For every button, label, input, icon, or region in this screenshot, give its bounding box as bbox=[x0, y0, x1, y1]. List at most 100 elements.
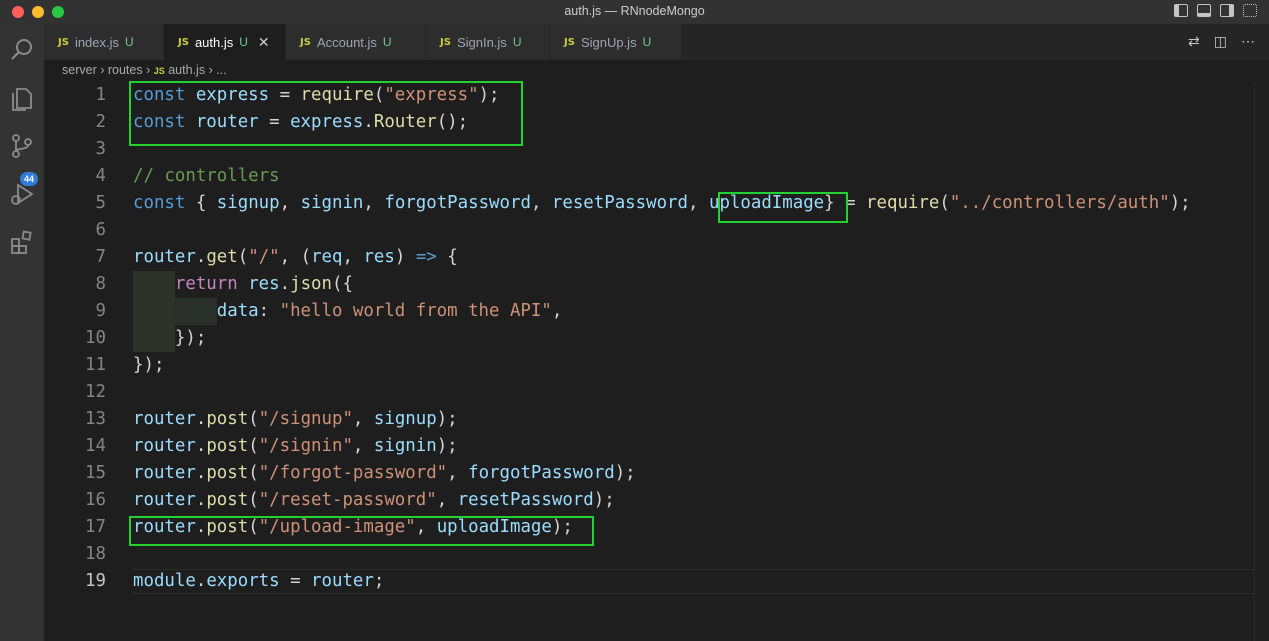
tab-account-js[interactable]: JS Account.js U bbox=[286, 24, 426, 60]
code-text: router.post("/reset-password", resetPass… bbox=[133, 487, 615, 514]
line-number: 17 bbox=[85, 517, 106, 537]
highlight-box-uploadimage bbox=[718, 192, 848, 223]
code-token: router bbox=[133, 247, 196, 267]
code-token: , bbox=[352, 436, 374, 456]
code-token: router bbox=[133, 409, 196, 429]
more-actions-icon[interactable]: ⋯ bbox=[1241, 33, 1255, 50]
code-token: ); bbox=[593, 490, 615, 510]
code-token: ; bbox=[373, 571, 385, 591]
code-token: module bbox=[133, 571, 196, 591]
code-line[interactable]: 11}); bbox=[44, 352, 1254, 379]
code-token: ); bbox=[1169, 193, 1191, 213]
code-text: router.post("/signup", signup); bbox=[133, 406, 458, 433]
code-token: ); bbox=[436, 436, 458, 456]
chevron-right-icon: › bbox=[146, 63, 154, 77]
tab-auth-js[interactable]: JS auth.js U ✕ bbox=[164, 24, 286, 60]
code-token: ( bbox=[248, 409, 259, 429]
code-token: post bbox=[206, 463, 249, 483]
tab-index-js[interactable]: JS index.js U bbox=[44, 24, 164, 60]
toggle-panel-icon[interactable] bbox=[1197, 4, 1211, 17]
code-line[interactable]: 5 const { signup, signin, forgotPassword,… bbox=[44, 190, 1254, 217]
line-number: 5 bbox=[95, 193, 106, 213]
line-number: 12 bbox=[85, 382, 106, 402]
code-token: ( bbox=[939, 193, 950, 213]
breadcrumb-more[interactable]: ... bbox=[216, 63, 226, 77]
code-line[interactable]: 16 router.post("/reset-password", resetPa… bbox=[44, 487, 1254, 514]
code-line[interactable]: 4 // controllers bbox=[44, 163, 1254, 190]
code-token: }); bbox=[133, 355, 165, 375]
tab-signup-js[interactable]: JS SignUp.js U bbox=[550, 24, 682, 60]
code-token: ); bbox=[436, 409, 458, 429]
tab-label: index.js bbox=[74, 34, 120, 50]
toggle-primary-sidebar-icon[interactable] bbox=[1174, 4, 1188, 17]
code-token: signin bbox=[373, 436, 437, 456]
code-token: ( bbox=[248, 463, 259, 483]
code-token: "../controllers/auth" bbox=[949, 193, 1170, 213]
code-token: ); bbox=[614, 463, 636, 483]
highlight-box-upload-route bbox=[129, 516, 594, 546]
code-token: ) bbox=[394, 247, 416, 267]
code-token: router bbox=[133, 463, 196, 483]
code-token: post bbox=[206, 436, 249, 456]
vertical-scrollbar[interactable] bbox=[1254, 82, 1269, 641]
code-token: = bbox=[279, 571, 312, 591]
code-token: . bbox=[195, 247, 207, 267]
close-tab-icon[interactable]: ✕ bbox=[258, 34, 270, 51]
files-icon[interactable] bbox=[8, 84, 36, 112]
line-number: 15 bbox=[85, 463, 106, 483]
code-token: signin bbox=[300, 193, 364, 213]
extensions-icon[interactable] bbox=[8, 228, 36, 256]
line-number: 16 bbox=[85, 490, 106, 510]
tab-signin-js[interactable]: JS SignIn.js U bbox=[426, 24, 550, 60]
line-number: 1 bbox=[95, 85, 106, 105]
code-token: . bbox=[279, 274, 291, 294]
code-token: post bbox=[206, 409, 249, 429]
code-token: resetPassword bbox=[551, 193, 689, 213]
code-line[interactable]: 19 module.exports = router; bbox=[44, 568, 1254, 595]
breadcrumb-file[interactable]: auth.js bbox=[168, 63, 205, 77]
line-number: 6 bbox=[95, 220, 106, 240]
code-token: // controllers bbox=[133, 166, 280, 186]
code-token: router bbox=[311, 571, 374, 591]
code-line[interactable]: 15 router.post("/forgot-password", forgot… bbox=[44, 460, 1254, 487]
code-token: res bbox=[248, 274, 280, 294]
code-token: ( bbox=[237, 247, 249, 267]
js-file-icon: JS bbox=[178, 36, 189, 48]
code-line[interactable]: 9 data: "hello world from the API", bbox=[44, 298, 1254, 325]
code-line[interactable]: 6 bbox=[44, 217, 1254, 244]
code-text: router.post("/forgot-password", forgotPa… bbox=[133, 460, 636, 487]
code-line[interactable]: 13 router.post("/signup", signup); bbox=[44, 406, 1254, 433]
customize-layout-icon[interactable] bbox=[1243, 4, 1257, 17]
source-control-icon[interactable] bbox=[8, 132, 36, 160]
search-icon[interactable] bbox=[8, 36, 36, 64]
open-changes-icon[interactable]: ⇄ bbox=[1188, 33, 1200, 50]
code-text: router.get("/", (req, res) => { bbox=[133, 244, 458, 271]
code-text: router.post("/signin", signin); bbox=[133, 433, 458, 460]
code-token: , bbox=[551, 301, 563, 321]
code-line[interactable]: 8 return res.json({ bbox=[44, 271, 1254, 298]
js-file-icon: JS bbox=[300, 36, 311, 48]
run-debug-icon[interactable] bbox=[8, 180, 36, 208]
code-line[interactable]: 10 }); bbox=[44, 325, 1254, 352]
breadcrumb-item[interactable]: routes bbox=[108, 63, 143, 77]
tab-status: U bbox=[512, 35, 522, 49]
breadcrumb-item[interactable]: server bbox=[62, 63, 97, 77]
code-line[interactable]: 14 router.post("/signin", signin); bbox=[44, 433, 1254, 460]
toggle-secondary-sidebar-icon[interactable] bbox=[1220, 4, 1234, 17]
line-number: 18 bbox=[85, 544, 106, 564]
line-number: 4 bbox=[95, 166, 106, 186]
code-token: . bbox=[195, 436, 207, 456]
editor-tab-bar: JS index.js U JS auth.js U ✕ JS Account.… bbox=[44, 24, 1269, 60]
split-editor-icon[interactable]: ◫ bbox=[1214, 33, 1227, 50]
code-line[interactable]: 12 bbox=[44, 379, 1254, 406]
code-token: const bbox=[133, 193, 196, 213]
code-token: res bbox=[363, 247, 395, 267]
code-editor[interactable]: 1 const express = require("express"); 2 con… bbox=[44, 82, 1269, 641]
js-file-icon: JS bbox=[153, 66, 165, 76]
code-line[interactable]: 7 router.get("/", (req, res) => { bbox=[44, 244, 1254, 271]
line-number: 9 bbox=[95, 301, 106, 321]
code-text: module.exports = router; bbox=[133, 568, 384, 595]
line-number: 7 bbox=[95, 247, 106, 267]
code-token: data bbox=[216, 301, 259, 321]
